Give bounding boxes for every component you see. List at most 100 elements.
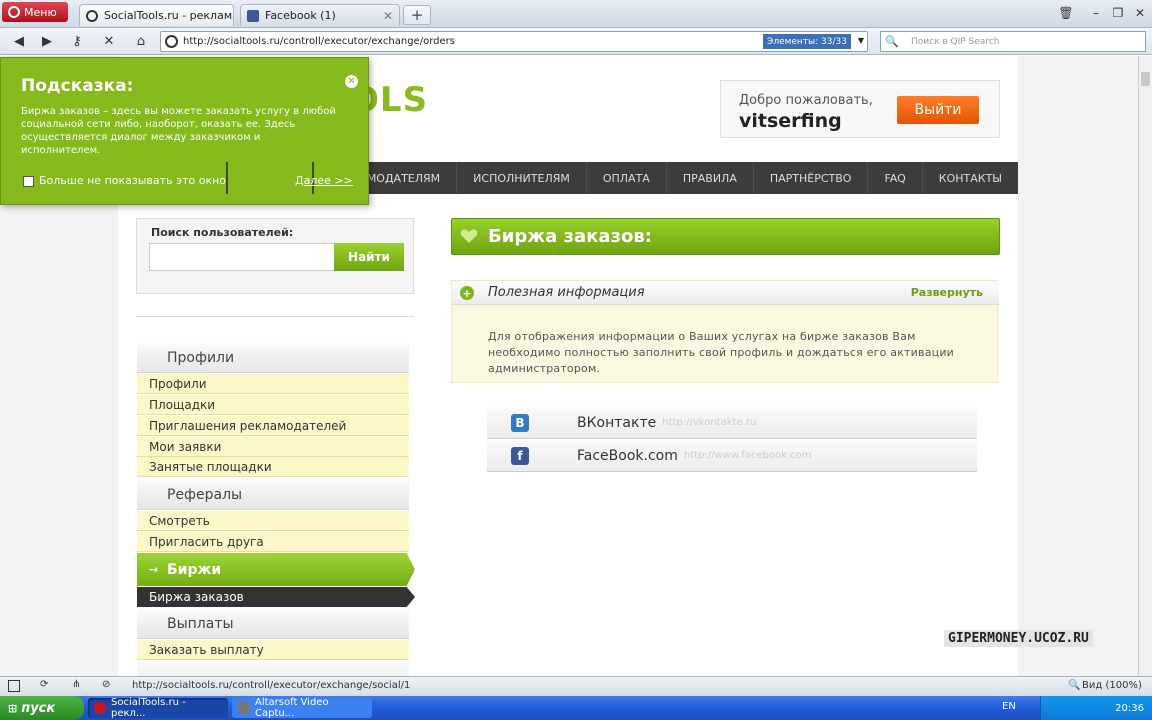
social-url: http://vkontakte.ru	[662, 417, 757, 428]
arrow-right-icon: →	[149, 563, 159, 576]
chevron-down-icon[interactable]: ▼	[858, 36, 864, 45]
language-indicator[interactable]: EN	[1002, 701, 1016, 712]
sync-icon[interactable]: ⟳	[40, 679, 48, 690]
zoom-level[interactable]: Вид (100%)	[1082, 680, 1142, 691]
next-link[interactable]: Далее >>	[295, 174, 353, 187]
share-icon[interactable]: ⋔	[72, 679, 80, 690]
nav-payment[interactable]: ОПЛАТА	[585, 162, 666, 194]
home-icon[interactable]: ⌂	[130, 31, 152, 51]
plus-icon[interactable]: +	[460, 286, 474, 300]
nav-executors[interactable]: ИСПОЛНИТЕЛЯМ	[456, 162, 586, 194]
page-title-text: Биржа заказов:	[488, 226, 652, 247]
sidebar-section-referrals[interactable]: Рефералы	[137, 480, 409, 510]
info-text: Для отображения информации о Ваших услуг…	[488, 330, 955, 375]
sidebar-item-request-payout[interactable]: Заказать выплату	[137, 640, 409, 660]
new-tab-button[interactable]: +	[403, 5, 431, 25]
scrollbar-thumb[interactable]	[1141, 72, 1150, 86]
welcome-panel: Добро пожаловать, vitserfing Выйти	[720, 80, 1000, 138]
windows-logo-icon: ⊞	[8, 701, 18, 715]
social-name: ВКонтакте	[577, 414, 657, 431]
sidebar-item-my-requests[interactable]: Мои заявки	[137, 437, 409, 457]
user-search-input[interactable]	[149, 243, 335, 271]
tab-facebook[interactable]: Facebook (1) ✕	[240, 4, 400, 26]
social-url: http://www.facebook.com	[683, 450, 812, 461]
panel-toggle-icon[interactable]	[8, 680, 20, 692]
facebook-icon: f	[511, 447, 529, 465]
sidebar-section-payouts[interactable]: Выплаты	[137, 609, 409, 639]
hint-title: Подсказка:	[21, 76, 134, 96]
close-window-button[interactable]: ✕	[1130, 4, 1150, 22]
nav-partnership[interactable]: ПАРТНЁРСТВО	[752, 162, 868, 194]
logout-button[interactable]: Выйти	[897, 96, 979, 124]
tab-label: SocialTools.ru - реклама...	[104, 9, 233, 22]
watermark-text: GIPERMONEY.UCOZ.RU	[944, 630, 1093, 647]
tab-label: Facebook (1)	[265, 9, 336, 22]
user-search-label: Поиск пользователей:	[151, 226, 294, 239]
info-panel: + Полезная информация Развернуть Для ото…	[451, 280, 999, 383]
browser-menu-button[interactable]: Меню	[2, 2, 68, 22]
sidebar-item-profiles[interactable]: Профили	[137, 374, 409, 394]
address-bar[interactable]: http://socialtools.ru/controll/executor/…	[160, 31, 868, 52]
tab-socialtools[interactable]: SocialTools.ru - реклама... ✕	[79, 4, 234, 26]
start-button[interactable]: ⊞ пуск	[0, 696, 84, 720]
block-icon[interactable]: ⊘	[102, 679, 110, 690]
sidebar-item-order-exchange[interactable]: Биржа заказов	[137, 587, 415, 607]
section-label: Биржи	[167, 561, 222, 578]
expand-link[interactable]: Развернуть	[911, 286, 983, 299]
task-altarsoft[interactable]: Altarsoft Video Captu...	[232, 697, 372, 719]
opera-icon	[94, 702, 106, 714]
back-arrow-icon[interactable]: ◀	[8, 31, 30, 51]
search-icon[interactable]: 🔍	[885, 35, 899, 48]
username: vitserfing	[739, 110, 842, 132]
facebook-favicon-icon	[247, 9, 259, 22]
start-label: пуск	[21, 700, 56, 716]
social-row-facebook[interactable]: f FaceBook.com http://www.facebook.com	[487, 440, 977, 472]
system-tray: 20:36	[1040, 696, 1152, 720]
social-name: FaceBook.com	[577, 447, 678, 464]
status-bar: ⟳ ⋔ ⊘ http://socialtools.ru/controll/exe…	[0, 676, 1152, 696]
nav-faq[interactable]: FAQ	[867, 162, 921, 194]
divider	[136, 316, 414, 317]
minimize-button[interactable]: –	[1086, 4, 1106, 22]
key-icon[interactable]: ⚷	[66, 31, 88, 51]
sidebar-section-next[interactable]	[137, 662, 409, 676]
trash-icon[interactable]: 🗑	[1056, 4, 1076, 22]
sidebar-section-profiles[interactable]: Профили	[137, 343, 409, 373]
search-input[interactable]: 🔍 Поиск в QIP Search	[880, 31, 1146, 52]
divider	[226, 162, 228, 194]
social-row-vkontakte[interactable]: B ВКонтакте http://vkontakte.ru	[487, 407, 977, 439]
windows-taskbar: ⊞ пуск SocialTools.ru - рекл... Altarsof…	[0, 696, 1152, 720]
task-socialtools[interactable]: SocialTools.ru - рекл...	[88, 697, 228, 719]
site-info-icon[interactable]	[165, 35, 178, 48]
dont-show-checkbox[interactable]	[23, 176, 34, 187]
address-text: http://socialtools.ru/controll/executor/…	[183, 36, 455, 47]
hint-text: Биржа заказов – здесь вы можете заказать…	[21, 106, 336, 156]
info-panel-header[interactable]: + Полезная информация Развернуть	[452, 281, 999, 305]
browser-tab-bar: Меню SocialTools.ru - реклама... ✕ Faceb…	[0, 0, 1152, 28]
vertical-scrollbar[interactable]	[1138, 56, 1152, 676]
sidebar-item-busy-platforms[interactable]: Занятые площадки	[137, 457, 409, 477]
search-placeholder: Поиск в QIP Search	[911, 36, 1000, 47]
sidebar-item-invitations[interactable]: Приглашения рекламодателей	[137, 416, 409, 436]
sidebar-item-view[interactable]: Смотреть	[137, 511, 409, 531]
sidebar-item-platforms[interactable]: Площадки	[137, 395, 409, 415]
maximize-button[interactable]: ❐	[1108, 4, 1128, 22]
elements-badge[interactable]: Элементы: 33/33	[763, 34, 851, 49]
heart-icon	[460, 229, 478, 243]
info-title: Полезная информация	[488, 285, 645, 300]
task-label: SocialTools.ru - рекл...	[111, 697, 186, 719]
zoom-icon[interactable]: 🔍	[1068, 680, 1080, 691]
sidebar-section-exchanges[interactable]: → Биржи	[137, 553, 415, 586]
sidebar-item-invite-friend[interactable]: Пригласить друга	[137, 532, 409, 552]
welcome-label: Добро пожаловать,	[739, 93, 873, 108]
forward-arrow-icon[interactable]: ▶	[36, 31, 58, 51]
close-tab-icon[interactable]: ✕	[383, 9, 393, 23]
find-button[interactable]: Найти	[334, 243, 404, 271]
nav-contacts[interactable]: КОНТАКТЫ	[921, 162, 1018, 194]
stop-icon[interactable]: ✕	[98, 31, 120, 51]
close-icon[interactable]: ✕	[345, 75, 358, 88]
opera-icon	[8, 6, 20, 18]
nav-rules[interactable]: ПРАВИЛА	[665, 162, 753, 194]
dont-show-label[interactable]: Больше не показывать это окно	[39, 174, 226, 187]
user-search-panel: Поиск пользователей: Найти	[136, 218, 414, 294]
